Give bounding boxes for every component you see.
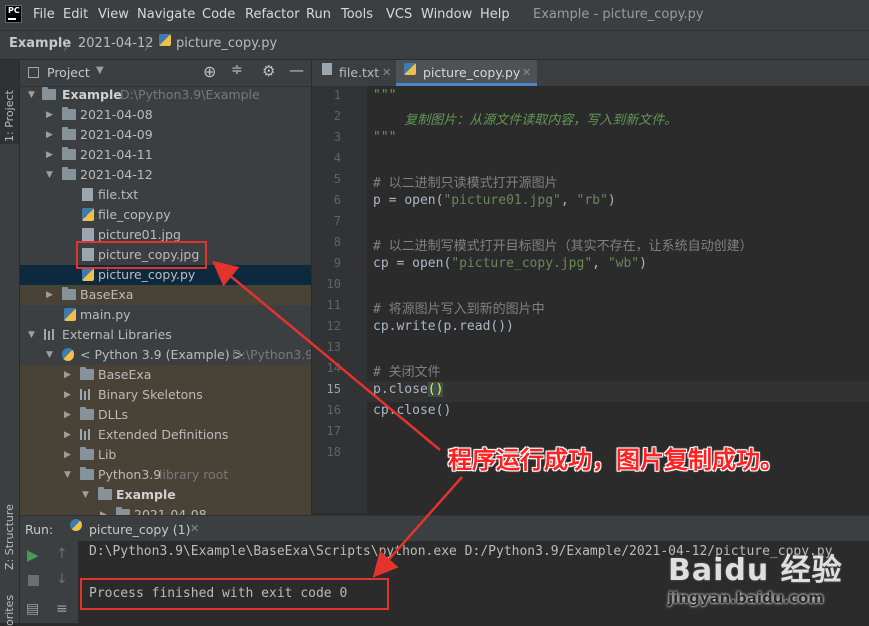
annotation-arrows bbox=[212, 260, 463, 578]
baidu-watermark: Baidu 经验 jingyan.baidu.com bbox=[668, 545, 843, 607]
annotation-caption: 程序运行成功，图片复制成功。 bbox=[448, 446, 784, 474]
watermark-brand: Baidu 经验 bbox=[668, 553, 843, 588]
arrow-to-file bbox=[212, 260, 441, 451]
arrow-to-console bbox=[372, 476, 463, 578]
watermark-site: jingyan.baidu.com bbox=[668, 589, 824, 607]
